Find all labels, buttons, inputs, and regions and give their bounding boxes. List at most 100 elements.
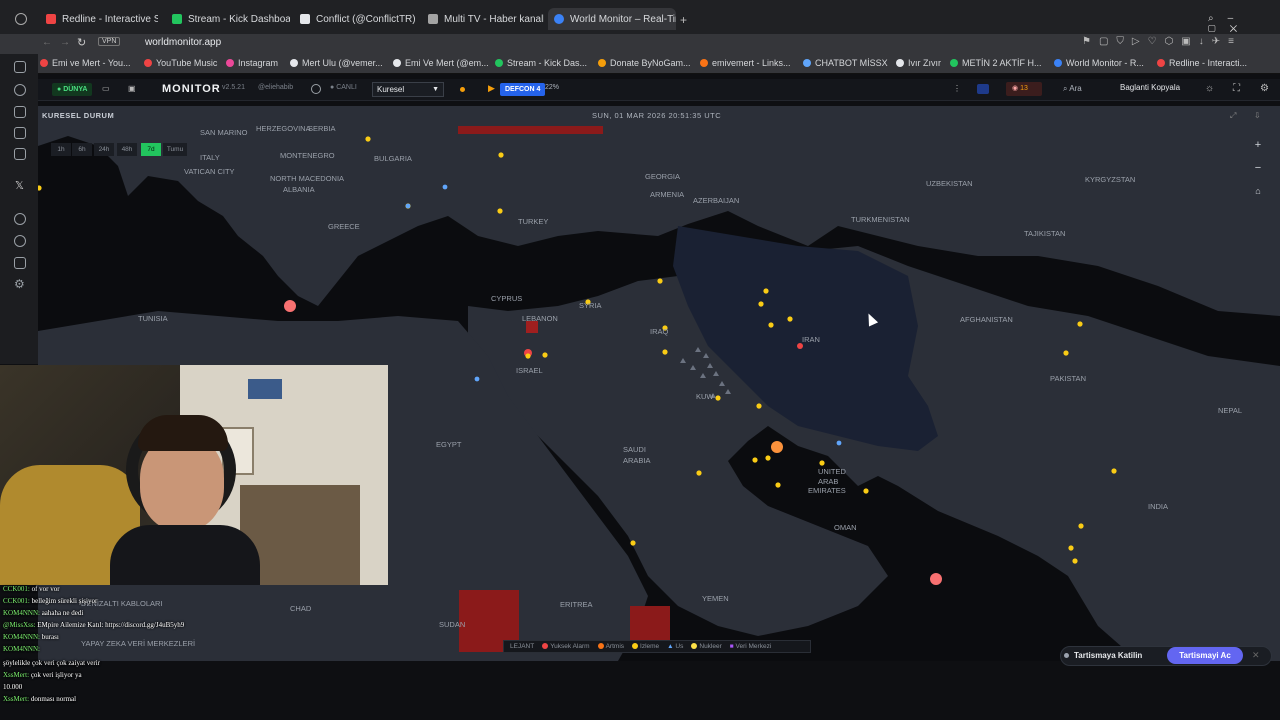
elevated-event-marker[interactable] [284, 300, 296, 312]
x-icon[interactable]: 𝕏 [15, 179, 24, 192]
base-marker[interactable] [836, 440, 842, 446]
browser-toolbar-icons[interactable]: ⚑▢⛉▷♡⬡▣↓✈≡ [1082, 36, 1242, 47]
bookmark-item[interactable]: Emi Ve Mert (@em... [393, 58, 489, 68]
settings-icon[interactable]: ⚙ [1260, 83, 1269, 94]
dock-icon[interactable] [14, 84, 26, 96]
time-range-48h[interactable]: 48h [117, 143, 137, 156]
monitoring-marker[interactable] [758, 301, 764, 307]
bookmark-item[interactable]: METİN 2 AKTİF H... [950, 58, 1042, 68]
monitoring-marker[interactable] [525, 353, 531, 359]
browser-tab[interactable]: Conflict (@ConflictTR) / X [294, 8, 418, 30]
dock-icon[interactable] [14, 61, 26, 73]
bookmark-item[interactable]: Redline - Interacti... [1157, 58, 1247, 68]
dock-icon[interactable] [14, 106, 26, 118]
more-menu-icon[interactable]: ⋮ [953, 84, 961, 93]
monitoring-marker[interactable] [365, 136, 371, 142]
expand-icon[interactable]: ⤢ [1230, 111, 1236, 121]
settings-gear-icon[interactable]: ⚙ [14, 277, 25, 291]
defcon-badge[interactable]: DEFCON 4 [500, 83, 546, 96]
elevated-event-marker[interactable] [771, 441, 783, 453]
url-field[interactable]: worldmonitor.app [145, 37, 221, 48]
bookmark-item[interactable]: emivemert - Links... [700, 58, 791, 68]
tech-variant-icon[interactable]: ▣ [128, 84, 136, 93]
copy-link-button[interactable]: Baglanti Kopyala [1120, 83, 1180, 92]
browser-tab[interactable]: Multi TV - Haber kanallar [422, 8, 544, 30]
bookmark-item[interactable]: Stream - Kick Das... [495, 58, 587, 68]
time-range-24h[interactable]: 24h [94, 143, 114, 156]
monitoring-marker[interactable] [765, 455, 771, 461]
monitoring-marker[interactable] [1111, 468, 1117, 474]
monitoring-marker[interactable] [662, 349, 668, 355]
monitoring-marker[interactable] [542, 352, 548, 358]
github-icon[interactable] [311, 84, 321, 94]
bookmark-item[interactable]: YouTube Music [144, 58, 217, 68]
panel-toggle-icon[interactable] [977, 84, 989, 94]
monitoring-marker[interactable] [498, 152, 504, 158]
pin-icon[interactable]: ⇩ [1254, 111, 1261, 120]
monitor-variant-icon[interactable]: ▭ [102, 84, 110, 93]
search-button[interactable]: ⌕ Ara [1063, 84, 1082, 94]
region-select[interactable]: Kuresel ▼ [372, 82, 444, 97]
forward-icon[interactable]: → [60, 37, 70, 48]
base-marker[interactable] [442, 184, 448, 190]
window-controls[interactable]: ⌕–▢✕ [1208, 13, 1280, 35]
browser-tab[interactable]: Redline - Interactive Strate [40, 8, 158, 30]
reload-icon[interactable]: ↻ [77, 36, 86, 49]
browser-menu-icon[interactable] [15, 13, 27, 25]
dock-icon[interactable] [14, 148, 26, 160]
monitoring-marker[interactable] [1078, 523, 1084, 529]
monitoring-marker[interactable] [819, 460, 825, 466]
bookmark-item[interactable]: Instagram [226, 58, 278, 68]
browser-tab[interactable]: Stream - Kick Dashboard [166, 8, 290, 30]
monitoring-marker[interactable] [1072, 558, 1078, 564]
history-icon[interactable] [14, 235, 26, 247]
home-button[interactable]: ⌂ [1250, 183, 1266, 199]
base-marker[interactable] [405, 203, 411, 209]
monitoring-marker[interactable] [1077, 321, 1083, 327]
author-handle[interactable]: @eliehabib [258, 84, 293, 91]
monitoring-marker[interactable] [763, 288, 769, 294]
world-variant-badge[interactable]: ● DÜNYA [52, 83, 93, 96]
monitoring-marker[interactable] [630, 540, 636, 546]
monitoring-marker[interactable] [863, 488, 869, 494]
monitoring-marker[interactable] [1063, 350, 1069, 356]
monitoring-marker[interactable] [768, 322, 774, 328]
vpn-badge[interactable]: VPN [98, 37, 121, 46]
bookmark-item[interactable]: Ivır Zıvır [896, 58, 941, 68]
time-range-7d[interactable]: 7d [141, 143, 161, 156]
hotspot-zone[interactable] [458, 126, 603, 134]
bookmark-item[interactable]: Emi ve Mert - You... [40, 58, 131, 68]
new-tab-button[interactable]: + [680, 13, 687, 27]
zoom-in-button[interactable]: + [1250, 137, 1266, 153]
zoom-out-button[interactable]: − [1250, 160, 1266, 176]
alerts-badge[interactable]: ◉ 13 [1006, 82, 1042, 96]
monitoring-marker[interactable] [38, 185, 42, 191]
theme-toggle-icon[interactable]: ☼ [1205, 83, 1214, 94]
time-range-all[interactable]: Tumu [163, 143, 187, 156]
monitoring-marker[interactable] [696, 470, 702, 476]
bookmark-item[interactable]: Donate ByNoGam... [598, 58, 691, 68]
bookmark-item[interactable]: CHATBOT MİSSX [803, 58, 888, 68]
dock-icon[interactable] [14, 257, 26, 269]
monitoring-marker[interactable] [657, 278, 663, 284]
monitoring-marker[interactable] [787, 316, 793, 322]
time-range-1h[interactable]: 1h [51, 143, 71, 156]
close-icon[interactable]: ✕ [1252, 650, 1260, 661]
monitoring-marker[interactable] [756, 403, 762, 409]
browser-tab-active[interactable]: World Monitor – Real-Time [548, 8, 676, 30]
monitoring-marker[interactable] [775, 482, 781, 488]
dock-icon[interactable] [14, 127, 26, 139]
bookmark-item[interactable]: Mert Ulu (@vemer... [290, 58, 383, 68]
fullscreen-icon[interactable]: ⛶ [1233, 83, 1240, 94]
open-discussion-button[interactable]: Tartismayi Ac [1167, 647, 1243, 664]
base-marker[interactable] [474, 376, 480, 382]
time-range-6h[interactable]: 6h [72, 143, 92, 156]
back-icon[interactable]: ← [42, 37, 52, 48]
monitoring-marker[interactable] [752, 457, 758, 463]
dock-icon[interactable] [14, 213, 26, 225]
monitoring-marker[interactable] [715, 395, 721, 401]
bookmark-item[interactable]: World Monitor - R... [1054, 58, 1144, 68]
monitoring-marker[interactable] [497, 208, 503, 214]
monitoring-marker[interactable] [1068, 545, 1074, 551]
elevated-event-marker[interactable] [930, 573, 942, 585]
